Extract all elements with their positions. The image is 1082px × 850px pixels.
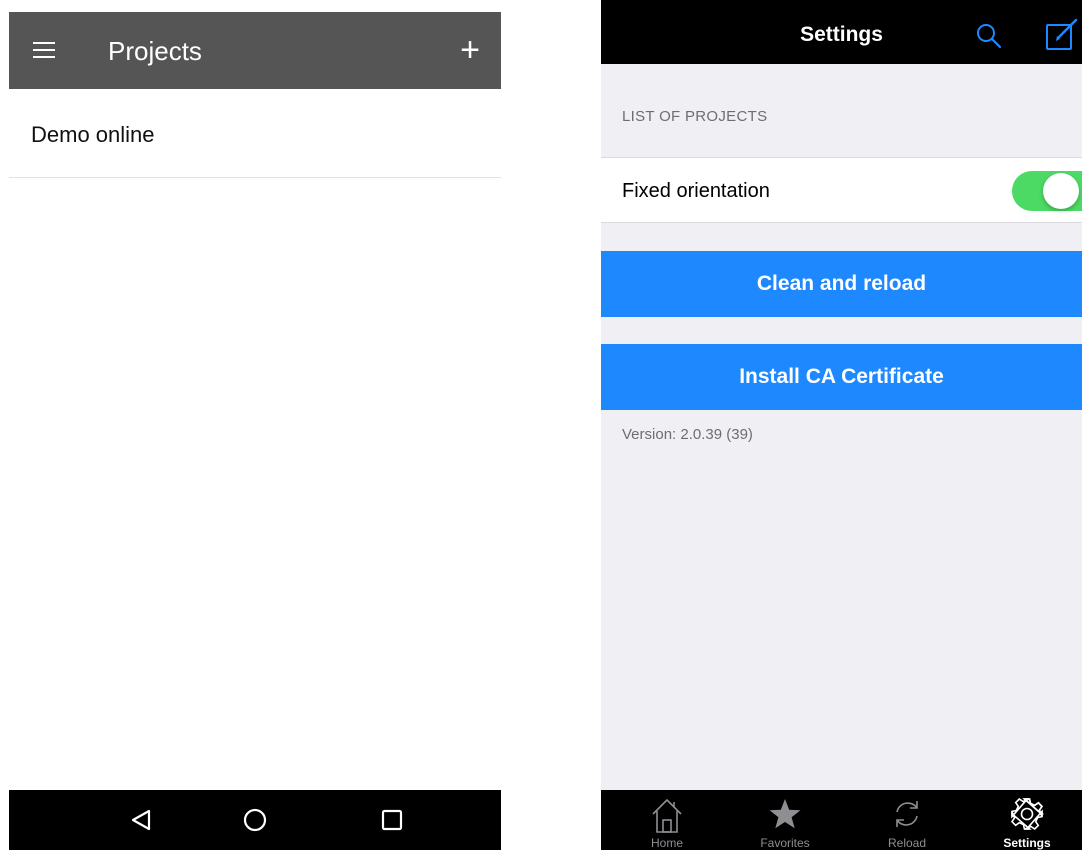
tab-home[interactable]: Home [612, 790, 722, 850]
home-circle-icon[interactable] [225, 790, 285, 850]
android-projects-screen: Projects + Demo online [9, 12, 501, 850]
gear-icon [1010, 797, 1044, 831]
tab-settings[interactable]: Settings [972, 790, 1082, 850]
plus-icon[interactable]: + [453, 30, 487, 70]
fixed-orientation-toggle[interactable] [1012, 171, 1082, 211]
search-icon[interactable] [975, 22, 1003, 50]
settings-tabbar: Home Favorites Reload Settings [601, 790, 1082, 850]
clean-and-reload-button[interactable]: Clean and reload [601, 251, 1082, 317]
ios-settings-screen: Settings LIST OF PROJECTS Fixed orientat… [601, 0, 1082, 850]
version-label: Version: 2.0.39 (39) [622, 426, 753, 443]
back-triangle-icon[interactable] [111, 790, 171, 850]
compose-icon[interactable] [1045, 18, 1079, 52]
tab-home-label: Home [650, 836, 683, 850]
tab-favorites-label: Favorites [760, 836, 810, 850]
projects-toolbar: Projects + [9, 12, 501, 89]
settings-navbar: Settings [601, 0, 1082, 64]
settings-title: Settings [800, 23, 883, 46]
tab-reload[interactable]: Reload [852, 790, 962, 850]
tab-reload-label: Reload [887, 836, 927, 850]
project-list-item[interactable]: Demo online [9, 89, 501, 178]
projects-title: Projects [108, 36, 202, 66]
hamburger-menu-icon[interactable] [31, 38, 59, 62]
home-icon [652, 799, 682, 833]
android-system-navbar [9, 790, 501, 850]
install-ca-certificate-button[interactable]: Install CA Certificate [601, 344, 1082, 410]
recents-square-icon[interactable] [362, 790, 422, 850]
project-label: Demo online [31, 122, 155, 147]
list-of-projects-header: LIST OF PROJECTS [622, 108, 768, 125]
tab-favorites[interactable]: Favorites [730, 790, 840, 850]
fixed-orientation-row: Fixed orientation [601, 157, 1082, 223]
tab-settings-label: Settings [1003, 836, 1051, 850]
toggle-knob [1043, 173, 1079, 209]
star-icon [769, 799, 801, 829]
fixed-orientation-label: Fixed orientation [622, 180, 770, 202]
reload-icon [896, 801, 918, 827]
